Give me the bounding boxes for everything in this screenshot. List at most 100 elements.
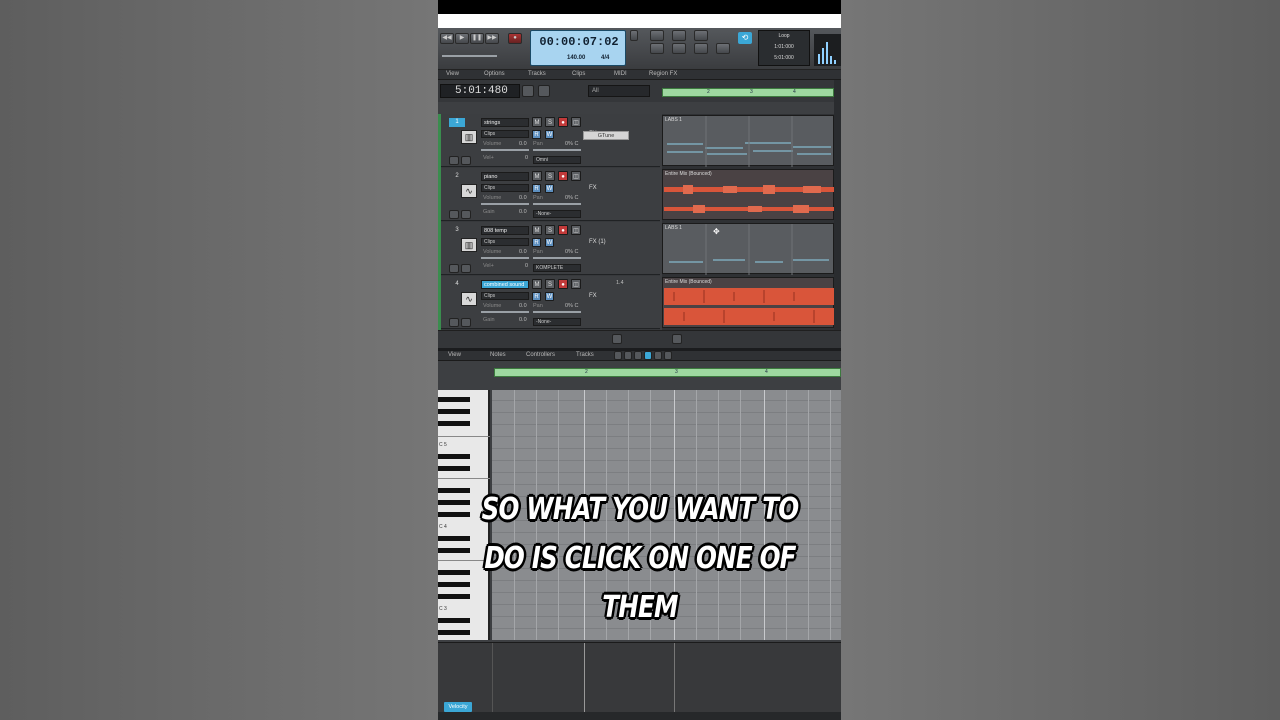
master-slider[interactable]	[442, 55, 497, 57]
mute-button[interactable]: M	[532, 225, 542, 235]
track-tool-icon[interactable]	[449, 156, 459, 165]
pan-slider[interactable]	[533, 203, 581, 205]
velocity-button[interactable]: Velocity	[444, 702, 472, 712]
track-edit-icon[interactable]	[461, 318, 471, 327]
monitor-button[interactable]: ◫	[571, 171, 581, 181]
tool-button-2[interactable]	[672, 30, 686, 41]
volume-slider[interactable]	[481, 149, 529, 151]
write-button[interactable]: W	[545, 238, 554, 247]
tool-button-5[interactable]	[672, 43, 686, 54]
zoom-icon[interactable]	[672, 334, 682, 344]
solo-button[interactable]: S	[545, 171, 555, 181]
piano-roll-ruler[interactable]: 2 3 4	[494, 368, 841, 377]
play-button[interactable]: ▶	[455, 33, 469, 44]
menu-midi[interactable]: MIDI	[614, 71, 627, 77]
record-arm-button[interactable]: ●	[558, 171, 568, 181]
menu-clips[interactable]: Clips	[572, 71, 585, 77]
track-piano[interactable]: 2 piano ∿ M S ● ◫ Clips Volume 0.0 Pan 0…	[441, 168, 660, 221]
velocity-offset-value[interactable]: 0	[525, 155, 528, 161]
menu-tracks[interactable]: Tracks	[528, 71, 546, 77]
pan-value[interactable]: 0% C	[565, 195, 578, 201]
write-button[interactable]: W	[545, 292, 554, 301]
black-key[interactable]	[438, 454, 470, 459]
black-key[interactable]	[438, 630, 470, 635]
track-name[interactable]: piano	[481, 172, 529, 181]
track-edit-icon[interactable]	[461, 264, 471, 273]
black-key[interactable]	[438, 548, 470, 553]
black-key[interactable]	[438, 594, 470, 599]
grid-icon[interactable]	[538, 85, 550, 97]
pan-slider[interactable]	[533, 149, 581, 151]
mute-button[interactable]: M	[532, 117, 542, 127]
read-button[interactable]: R	[532, 238, 541, 247]
track-mode-select[interactable]: Clips	[481, 184, 529, 192]
track-tool-icon[interactable]	[449, 264, 459, 273]
loop-start[interactable]: 1:01:000	[759, 42, 809, 53]
track-tool-icon[interactable]	[449, 210, 459, 219]
mute-button[interactable]: M	[532, 171, 542, 181]
black-key[interactable]	[438, 536, 470, 541]
menu-region-fx[interactable]: Region FX	[649, 71, 677, 77]
volume-slider[interactable]	[481, 257, 529, 259]
meter-readout[interactable]: 4/4	[601, 55, 609, 61]
fx-bin[interactable]: FX (1)	[589, 239, 606, 245]
snap-note-icon[interactable]	[654, 351, 662, 360]
pause-button[interactable]: ❚❚	[470, 33, 484, 44]
input-select[interactable]: -None-	[533, 210, 581, 218]
black-key[interactable]	[438, 466, 470, 471]
tool-button-4[interactable]	[650, 43, 664, 54]
snap-note-icon[interactable]	[634, 351, 642, 360]
pr-menu-notes[interactable]: Notes	[490, 352, 506, 358]
velocity-offset-value[interactable]: 0	[525, 263, 528, 269]
track-combined-sound[interactable]: 4 combined sound ∿ M S ● ◫ 1.4 Clips Vol…	[441, 276, 660, 329]
gain-value[interactable]: 0.0	[519, 209, 527, 215]
track-name[interactable]: strings	[481, 118, 529, 127]
volume-value[interactable]: 0.0	[519, 249, 527, 255]
tool-button-7[interactable]	[716, 43, 730, 54]
monitor-button[interactable]: ◫	[571, 225, 581, 235]
snap-note-icon-active[interactable]	[644, 351, 652, 360]
rewind-button[interactable]: ◀◀	[440, 33, 454, 44]
read-button[interactable]: R	[532, 292, 541, 301]
write-button[interactable]: W	[545, 184, 554, 193]
snap-note-icon[interactable]	[614, 351, 622, 360]
solo-button[interactable]: S	[545, 279, 555, 289]
now-time-display[interactable]: 5:01:480	[440, 84, 520, 98]
menu-options[interactable]: Options	[484, 71, 505, 77]
forward-button[interactable]: ▶▶	[485, 33, 499, 44]
record-arm-button[interactable]: ●	[558, 117, 568, 127]
clip-strings[interactable]: LABS 1	[662, 115, 834, 167]
black-key[interactable]	[438, 421, 470, 426]
black-key[interactable]	[438, 582, 470, 587]
snap-note-icon[interactable]	[624, 351, 632, 360]
tool-button-6[interactable]	[694, 43, 708, 54]
mute-button[interactable]: M	[532, 279, 542, 289]
clip-combined-sound[interactable]: Entire Mix (Bounced)	[662, 277, 834, 328]
pr-menu-tracks[interactable]: Tracks	[576, 352, 594, 358]
black-key[interactable]	[438, 570, 470, 575]
track-strings[interactable]: 1 strings ▥ M S ● ◫ Clips Volume 0.0 Pan…	[441, 114, 660, 167]
eject-icon[interactable]	[612, 334, 622, 344]
black-key[interactable]	[438, 512, 470, 517]
volume-slider[interactable]	[481, 311, 529, 313]
volume-value[interactable]: 0.0	[519, 141, 527, 147]
black-key[interactable]	[438, 500, 470, 505]
pan-value[interactable]: 0% C	[565, 141, 578, 147]
fx-bin[interactable]: FX	[589, 293, 597, 299]
input-select[interactable]: Omni	[533, 156, 581, 164]
loop-icon[interactable]: ⟲	[738, 32, 752, 44]
gain-value[interactable]: 0.0	[519, 317, 527, 323]
time-display[interactable]: 00:00:07:02 140.00 4/4	[530, 30, 626, 66]
snap-note-icon[interactable]	[664, 351, 672, 360]
pr-menu-view[interactable]: View	[448, 352, 461, 358]
solo-button[interactable]: S	[545, 225, 555, 235]
track-name[interactable]: 808 temp	[481, 226, 529, 235]
pan-value[interactable]: 0% C	[565, 249, 578, 255]
track-name[interactable]: combined sound	[481, 280, 529, 289]
track-edit-icon[interactable]	[461, 156, 471, 165]
solo-button[interactable]: S	[545, 117, 555, 127]
loop-end[interactable]: 5:01:000	[759, 53, 809, 64]
pan-slider[interactable]	[533, 257, 581, 259]
clip-808-temp[interactable]: LABS 1 ✥	[662, 223, 834, 275]
tempo-readout[interactable]: 140.00	[567, 55, 585, 61]
